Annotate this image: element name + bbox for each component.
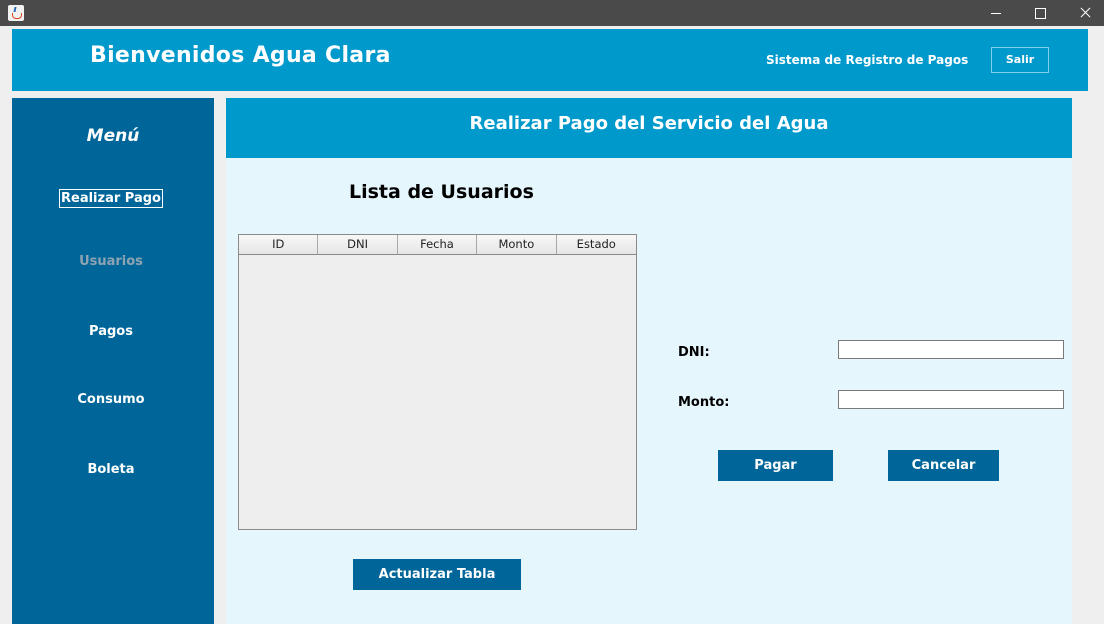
sidebar-item-label: Boleta	[87, 462, 135, 477]
column-header-monto[interactable]: Monto	[477, 235, 557, 254]
monto-field[interactable]	[838, 390, 1064, 409]
maximize-icon[interactable]	[1017, 0, 1063, 26]
close-icon[interactable]	[1062, 0, 1104, 26]
minimize-icon[interactable]	[973, 0, 1019, 26]
monto-label: Monto:	[678, 395, 730, 410]
refresh-table-button[interactable]: Actualizar Tabla	[353, 559, 521, 590]
app-title: Bienvenidos Agua Clara	[90, 43, 391, 68]
sidebar-item-consumo[interactable]: Consumo	[12, 391, 210, 408]
pay-button[interactable]: Pagar	[718, 450, 833, 481]
menu-title: Menú	[86, 126, 140, 146]
app-subtitle: Sistema de Registro de Pagos	[766, 53, 969, 67]
sidebar-item-usuarios[interactable]: Usuarios	[12, 253, 210, 270]
column-header-id[interactable]: ID	[239, 235, 319, 254]
dni-label: DNI:	[678, 345, 710, 360]
sidebar-item-pagos[interactable]: Pagos	[12, 323, 210, 340]
column-header-estado[interactable]: Estado	[556, 235, 636, 254]
sidebar-item-label: Realizar Pago	[59, 189, 163, 208]
java-cup-icon	[8, 5, 24, 21]
table-header: ID DNI Fecha Monto Estado	[239, 235, 636, 255]
users-table[interactable]: ID DNI Fecha Monto Estado	[238, 234, 637, 530]
column-header-fecha[interactable]: Fecha	[397, 235, 478, 254]
window-titlebar	[0, 0, 1104, 26]
list-title: Lista de Usuarios	[349, 181, 534, 203]
column-header-dni[interactable]: DNI	[318, 235, 398, 254]
cancel-button[interactable]: Cancelar	[888, 450, 999, 481]
dni-field[interactable]	[838, 340, 1064, 359]
sidebar-item-label: Consumo	[77, 392, 145, 407]
sidebar-item-realizar-pago[interactable]: Realizar Pago	[12, 189, 210, 208]
sidebar-item-label: Pagos	[89, 324, 133, 339]
sidebar-menu: Menú Realizar Pago Usuarios Pagos Consum…	[12, 98, 214, 624]
page-title: Realizar Pago del Servicio del Agua	[469, 113, 829, 134]
main-panel: Realizar Pago del Servicio del Agua List…	[226, 98, 1072, 624]
logout-button[interactable]: Salir	[991, 47, 1049, 73]
page-banner: Realizar Pago del Servicio del Agua	[226, 98, 1072, 158]
sidebar-item-boleta[interactable]: Boleta	[12, 461, 210, 478]
app-header: Bienvenidos Agua Clara Sistema de Regist…	[12, 29, 1088, 91]
sidebar-item-label: Usuarios	[79, 254, 143, 269]
